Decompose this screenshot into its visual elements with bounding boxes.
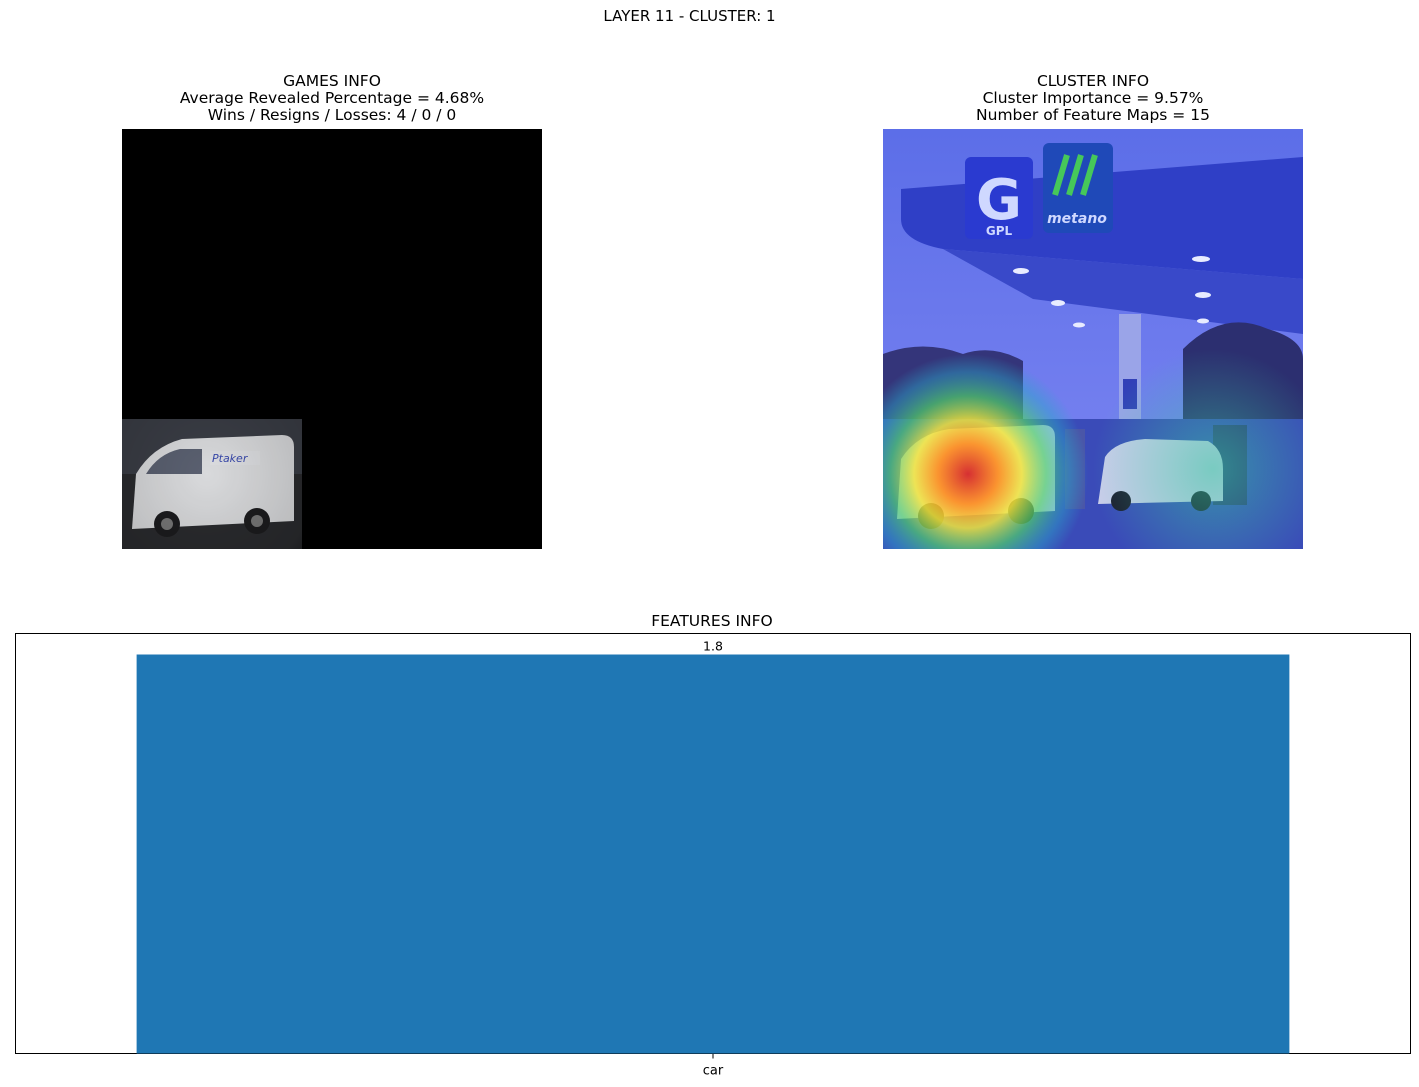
x-tick-label: car [703,1064,724,1079]
features-bar-chart: FEATURES INFO 1.8 car [15,612,1411,1079]
bar-value-label: 1.8 [703,639,723,654]
chart-title: FEATURES INFO [651,612,773,630]
bar-car [136,654,1290,1054]
